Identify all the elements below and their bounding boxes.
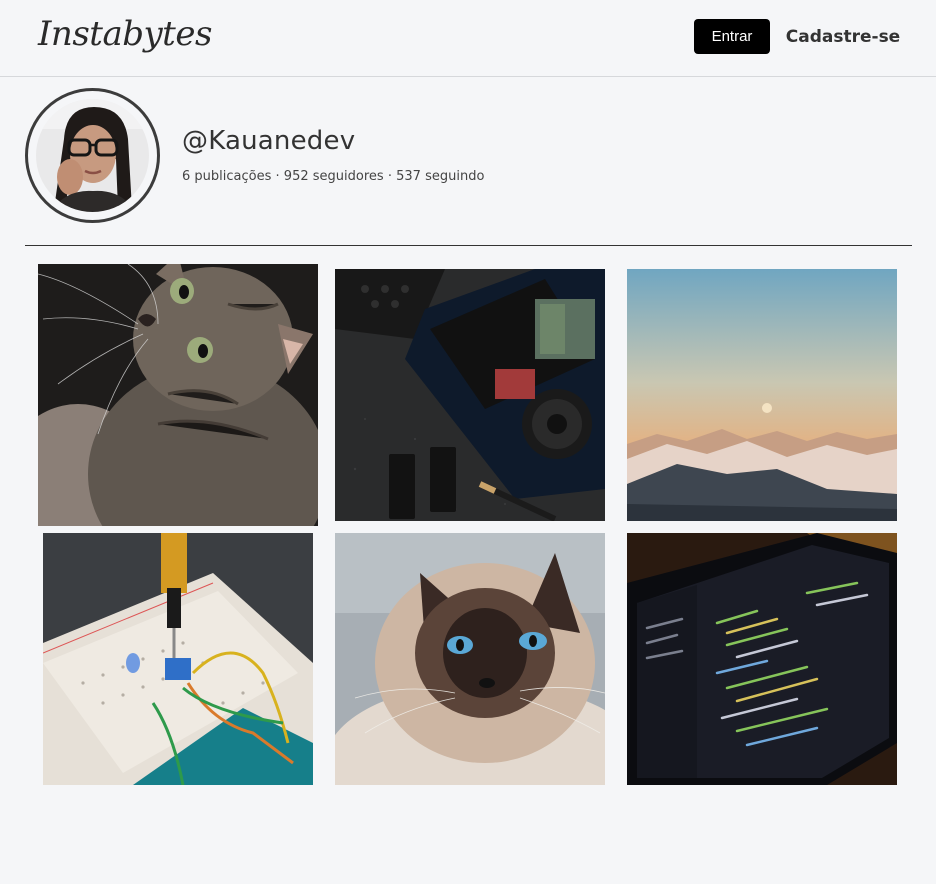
tabby-cat-image — [38, 264, 318, 526]
login-button[interactable]: Entrar — [694, 19, 770, 54]
followers-label[interactable]: seguidores — [313, 169, 384, 184]
post-tabby-cat[interactable] — [38, 264, 318, 526]
laptop-internals-image — [335, 269, 605, 521]
code-screen-image — [627, 533, 897, 785]
following-label[interactable]: seguindo — [425, 169, 484, 184]
post-laptop-internals[interactable] — [335, 269, 605, 521]
siamese-cat-image — [335, 533, 605, 785]
profile-avatar[interactable] — [25, 88, 160, 223]
profile-stats: 6 publicações · 952 seguidores · 537 seg… — [182, 169, 484, 184]
post-mountain-sunset[interactable] — [627, 269, 897, 521]
post-code-screen[interactable] — [627, 533, 897, 785]
posts-count: 6 — [182, 169, 191, 184]
top-header: Instabytes Entrar Cadastre-se — [0, 0, 936, 77]
avatar-photo — [36, 99, 149, 212]
followers-count[interactable]: 952 — [284, 169, 309, 184]
app-logo[interactable]: Instabytes — [38, 14, 212, 54]
mountain-sunset-image — [627, 269, 897, 521]
profile-username: @Kauanedev — [182, 126, 356, 156]
post-breadboard-arduino[interactable] — [43, 533, 313, 785]
breadboard-arduino-image — [43, 533, 313, 785]
signup-button[interactable]: Cadastre-se — [780, 22, 906, 52]
following-count[interactable]: 537 — [396, 169, 421, 184]
posts-label: publicações — [194, 169, 272, 184]
stats-separator: · — [387, 169, 392, 184]
stats-separator: · — [275, 169, 280, 184]
profile-divider — [25, 245, 912, 246]
post-siamese-cat[interactable] — [335, 533, 605, 785]
